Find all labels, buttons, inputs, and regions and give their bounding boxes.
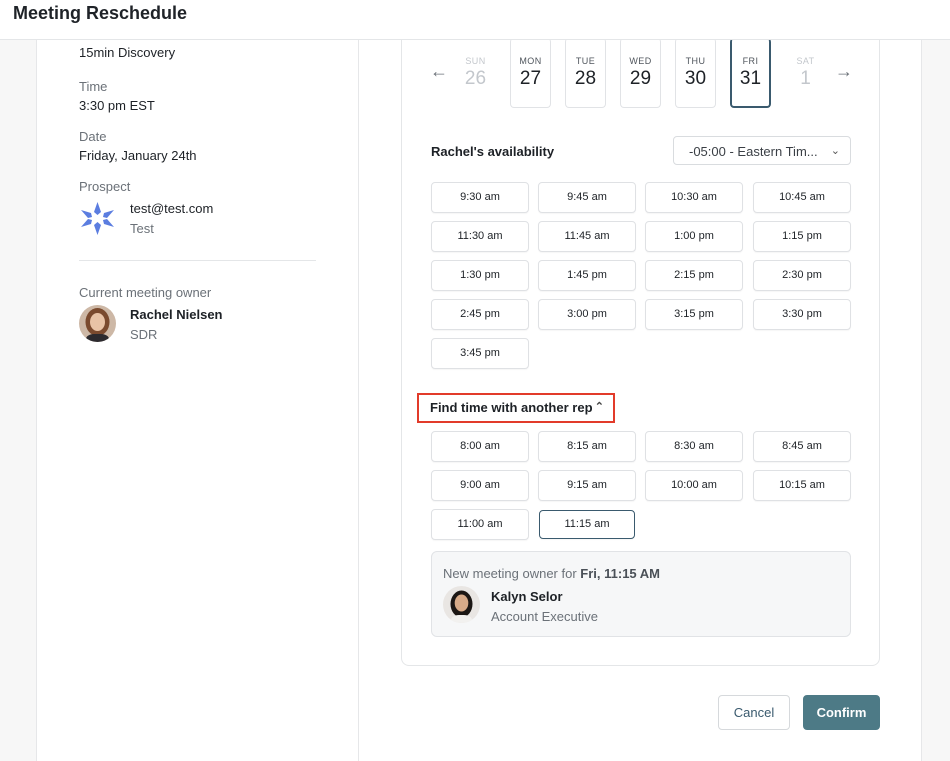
new-owner-when: Fri, 11:15 AM bbox=[580, 566, 661, 581]
time-label: Time bbox=[79, 79, 108, 94]
top-bar: Meeting Reschedule bbox=[0, 0, 950, 40]
rep-time-slot[interactable]: 9:15 am bbox=[538, 470, 636, 501]
find-another-rep-toggle[interactable]: Find time with another rep ⌃ bbox=[417, 393, 615, 423]
day-sat: SAT 1 bbox=[785, 38, 826, 108]
time-slot[interactable]: 2:45 pm bbox=[431, 299, 529, 330]
cancel-button[interactable]: Cancel bbox=[718, 695, 790, 730]
new-owner-header: New meeting owner for Fri, 11:15 AM bbox=[443, 566, 660, 581]
day-wed[interactable]: WED 29 bbox=[620, 38, 661, 108]
new-owner-role: Account Executive bbox=[491, 609, 598, 624]
time-value: 3:30 pm EST bbox=[79, 98, 155, 113]
day-tue[interactable]: TUE 28 bbox=[565, 38, 606, 108]
arrow-left-icon[interactable]: ← bbox=[430, 61, 448, 82]
time-slot[interactable]: 1:15 pm bbox=[753, 221, 851, 252]
rep-time-slot[interactable]: 10:15 am bbox=[753, 470, 851, 501]
rep-time-slot[interactable]: 8:30 am bbox=[645, 431, 743, 462]
column-divider bbox=[358, 40, 359, 761]
find-another-rep-label: Find time with another rep bbox=[430, 400, 593, 415]
time-slot[interactable]: 3:45 pm bbox=[431, 338, 529, 369]
day-mon[interactable]: MON 27 bbox=[510, 38, 551, 108]
prospect-email: test@test.com bbox=[130, 201, 214, 216]
date-label: Date bbox=[79, 129, 107, 144]
day-thu[interactable]: THU 30 bbox=[675, 38, 716, 108]
new-owner-name: Kalyn Selor bbox=[491, 589, 563, 604]
time-slot[interactable]: 9:30 am bbox=[431, 182, 529, 213]
chevron-down-icon: ⌄ bbox=[830, 145, 840, 157]
rep-time-slot[interactable]: 11:00 am bbox=[431, 509, 529, 540]
rep-time-slot[interactable]: 8:00 am bbox=[431, 431, 529, 462]
current-owner-label: Current meeting owner bbox=[79, 285, 212, 300]
confirm-button[interactable]: Confirm bbox=[803, 695, 880, 730]
rep-time-slot[interactable]: 10:00 am bbox=[645, 470, 743, 501]
rep-time-slot[interactable]: 8:15 am bbox=[538, 431, 636, 462]
time-slot[interactable]: 2:15 pm bbox=[645, 260, 743, 291]
prospect-company: Test bbox=[130, 221, 154, 236]
time-slot[interactable]: 1:45 pm bbox=[538, 260, 636, 291]
day-fri[interactable]: FRI 31 bbox=[730, 38, 771, 108]
timezone-select[interactable]: -05:00 - Eastern Tim... ⌄ bbox=[673, 136, 851, 165]
rep-time-slot[interactable]: 9:00 am bbox=[431, 470, 529, 501]
time-slot[interactable]: 10:45 am bbox=[753, 182, 851, 213]
time-slot[interactable]: 11:45 am bbox=[538, 221, 636, 252]
kalyn-avatar bbox=[443, 586, 480, 623]
date-value: Friday, January 24th bbox=[79, 148, 197, 163]
time-slot[interactable]: 2:30 pm bbox=[753, 260, 851, 291]
page-title: Meeting Reschedule bbox=[13, 3, 188, 23]
rep-time-slot-selected[interactable]: 11:15 am bbox=[539, 510, 635, 539]
time-slot[interactable]: 1:30 pm bbox=[431, 260, 529, 291]
availability-label: Rachel's availability bbox=[431, 144, 555, 159]
rachel-avatar bbox=[79, 305, 116, 342]
time-slot[interactable]: 9:45 am bbox=[538, 182, 636, 213]
time-slot[interactable]: 1:00 pm bbox=[645, 221, 743, 252]
time-slot[interactable]: 11:30 am bbox=[431, 221, 529, 252]
new-owner-prefix: New meeting owner for bbox=[443, 566, 577, 581]
prospect-label: Prospect bbox=[79, 179, 131, 194]
time-slot[interactable]: 3:15 pm bbox=[645, 299, 743, 330]
current-owner-name: Rachel Nielsen bbox=[130, 307, 223, 322]
time-slot[interactable]: 3:30 pm bbox=[753, 299, 851, 330]
current-owner-role: SDR bbox=[130, 327, 158, 342]
time-slot[interactable]: 3:00 pm bbox=[538, 299, 636, 330]
day-sun: SUN 26 bbox=[455, 38, 496, 108]
arrow-right-icon[interactable]: → bbox=[835, 61, 853, 82]
details-divider bbox=[79, 260, 316, 261]
chevron-up-icon: ⌃ bbox=[594, 401, 604, 413]
prospect-logo-icon bbox=[79, 200, 116, 237]
rep-time-slot[interactable]: 8:45 am bbox=[753, 431, 851, 462]
new-owner-box: New meeting owner for Fri, 11:15 AM Kaly… bbox=[431, 551, 851, 637]
meeting-type-value: 15min Discovery bbox=[79, 45, 176, 60]
time-slot[interactable]: 10:30 am bbox=[645, 182, 743, 213]
timezone-value: -05:00 - Eastern Tim... bbox=[689, 144, 818, 159]
